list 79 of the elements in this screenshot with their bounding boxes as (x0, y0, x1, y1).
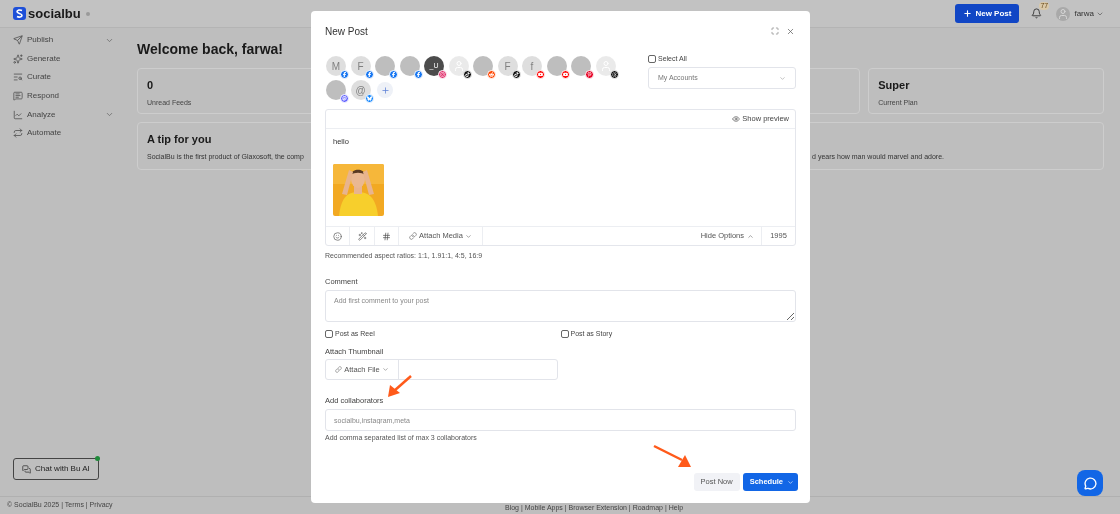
logo-icon (13, 7, 26, 20)
tip-title: A tip for you (147, 132, 212, 147)
avatar-initial: F (357, 59, 364, 74)
expand-icon[interactable] (771, 27, 779, 35)
tiktok-icon (511, 70, 521, 79)
checkbox[interactable] (560, 329, 569, 338)
stat-value: 0 (147, 78, 154, 93)
plus-icon (963, 9, 973, 18)
instagram-icon (438, 70, 447, 79)
reddit-icon (487, 70, 496, 79)
annotation-arrow (386, 374, 414, 399)
account-avatar[interactable] (595, 56, 616, 76)
sidebar-item[interactable]: Generate (13, 49, 114, 69)
avatar-initial: @ (355, 83, 366, 98)
facebook-icon (413, 70, 423, 79)
stat-value: Super (878, 78, 910, 93)
chevron-icon (464, 232, 472, 240)
checkbox[interactable] (325, 329, 333, 338)
hashtag-icon (382, 231, 391, 241)
person-icon (599, 60, 612, 72)
facebook-icon (389, 70, 398, 79)
account-avatar[interactable] (571, 56, 591, 76)
plus-icon (380, 85, 390, 95)
close-icon[interactable] (786, 26, 795, 36)
account-avatar[interactable]: F (350, 56, 371, 76)
youtube-icon (560, 70, 570, 79)
account-avatar[interactable] (399, 56, 420, 76)
account-avatar[interactable]: @ (350, 80, 371, 100)
chevron-icon (747, 232, 754, 240)
chevron-icon (779, 74, 786, 82)
eye-icon (732, 115, 741, 123)
wand-icon (357, 231, 367, 241)
threads-icon (609, 70, 619, 79)
send-icon (13, 35, 23, 46)
annotation-arrow (652, 444, 693, 469)
sparkles-icon (13, 53, 23, 64)
notification-icon[interactable] (1031, 8, 1043, 19)
user-name[interactable]: farwa (1074, 7, 1094, 20)
list-search-icon (13, 72, 23, 83)
account-avatar[interactable] (375, 56, 395, 76)
tiktok-icon (462, 70, 472, 79)
sidebar-item[interactable]: Publish (13, 31, 114, 50)
link-icon (409, 232, 418, 240)
account-avatar[interactable]: M (326, 56, 346, 76)
account-avatar[interactable]: f (522, 56, 542, 76)
checkbox[interactable] (648, 55, 656, 63)
account-avatar[interactable] (448, 56, 469, 76)
logo-text: socialbu (28, 4, 81, 23)
sidebar-item[interactable]: Analyze (13, 105, 114, 124)
sidebar-item[interactable]: Curate (13, 68, 114, 87)
bluesky-icon (364, 94, 374, 103)
youtube-icon (536, 70, 545, 79)
help-chat-button[interactable] (1077, 470, 1103, 496)
chat-icon (22, 464, 31, 474)
welcome-heading: Welcome back, farwa! (137, 40, 284, 58)
chevron-icon (787, 478, 794, 486)
repeat-icon (13, 128, 23, 139)
avatar-initial: f (530, 59, 534, 74)
facebook-icon (364, 70, 374, 79)
person-icon (452, 60, 465, 72)
chat-bubble-icon (1083, 476, 1097, 490)
sidebar-item[interactable]: Respond (13, 86, 114, 106)
sidebar-item[interactable]: Automate (13, 123, 114, 143)
avatar-initial: M (331, 59, 341, 74)
chat-button[interactable]: Chat with Bu AI (13, 458, 99, 480)
pinterest-icon (585, 70, 594, 79)
facebook-icon (340, 70, 349, 79)
link-icon (335, 366, 343, 373)
account-avatar[interactable]: F (497, 56, 518, 76)
avatar-initial: F (504, 59, 511, 74)
new-post-button[interactable]: New Post (955, 4, 1020, 23)
message-icon (13, 91, 23, 102)
mastodon-icon (340, 94, 349, 103)
dialog-title: New Post (325, 24, 368, 39)
add-account-button[interactable] (377, 82, 393, 98)
account-avatar[interactable] (546, 56, 567, 76)
chevron-icon (381, 366, 389, 373)
line-chart-icon (13, 109, 23, 120)
smile-icon (333, 231, 342, 241)
